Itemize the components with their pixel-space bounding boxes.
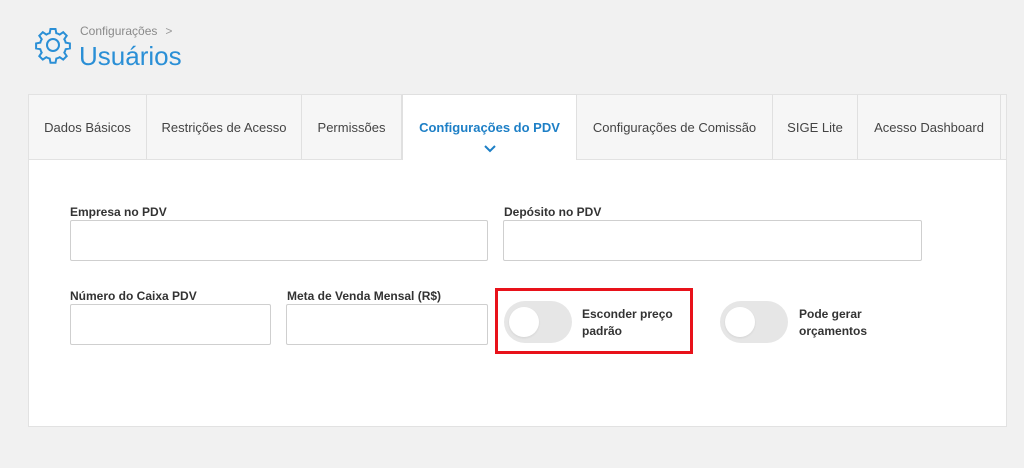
empresa-input[interactable]	[70, 220, 488, 261]
tab-permissoes[interactable]: Permissões	[302, 95, 402, 159]
caixa-input[interactable]	[70, 304, 271, 345]
deposito-label: Depósito no PDV	[504, 205, 602, 219]
highlight-box	[495, 288, 693, 354]
page-title: Usuários	[79, 41, 182, 71]
meta-input[interactable]	[286, 304, 488, 345]
tab-bar: Dados Básicos Restrições de Acesso Permi…	[29, 94, 1006, 160]
tab-configuracoes-pdv[interactable]: Configurações do PDV	[402, 94, 577, 160]
meta-label: Meta de Venda Mensal (R$)	[287, 289, 442, 303]
settings-panel: Dados Básicos Restrições de Acesso Permi…	[28, 94, 1007, 427]
deposito-input[interactable]	[503, 220, 922, 261]
tab-label: Permissões	[317, 119, 386, 135]
breadcrumb-link[interactable]: Configurações	[80, 24, 157, 38]
tab-label: Restrições de Acesso	[161, 119, 287, 135]
tab-label: Dados Básicos	[44, 119, 131, 135]
tab-sige-lite[interactable]: SIGE Lite	[773, 95, 858, 159]
tab-label: SIGE Lite	[787, 119, 843, 135]
breadcrumb: Configurações >	[80, 24, 172, 38]
tab-label: Configurações de Comissão	[592, 119, 757, 135]
breadcrumb-separator: >	[165, 24, 173, 38]
caixa-label: Número do Caixa PDV	[70, 289, 197, 303]
tab-label: Configurações do PDV	[419, 120, 560, 135]
empresa-label: Empresa no PDV	[70, 205, 167, 219]
tab-dados-basicos[interactable]: Dados Básicos	[29, 95, 147, 159]
tab-restricoes-acesso[interactable]: Restrições de Acesso	[147, 95, 302, 159]
gear-icon	[35, 28, 71, 64]
page-header: Configurações > Usuários	[34, 22, 434, 74]
tab-acesso-dashboard[interactable]: Acesso Dashboard	[858, 95, 1001, 159]
tab-label: Acesso Dashboard	[874, 119, 984, 135]
orcamentos-toggle[interactable]	[720, 301, 788, 343]
tab-configuracoes-comissao[interactable]: Configurações de Comissão	[577, 95, 773, 159]
chevron-down-icon	[483, 145, 496, 153]
orcamentos-label: Pode gerar orçamentos	[799, 307, 868, 338]
toggle-knob	[725, 307, 755, 337]
